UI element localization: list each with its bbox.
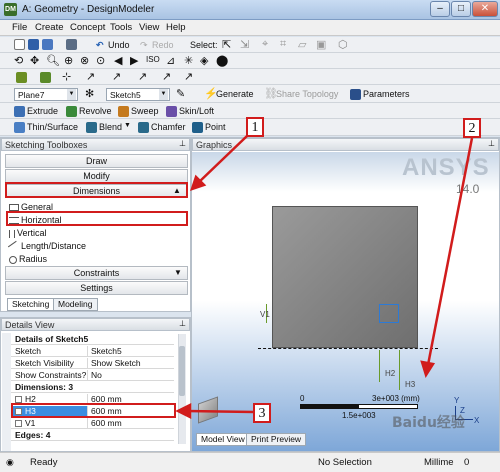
arrow-2-head (420, 360, 436, 378)
status-icon: ◉ (6, 457, 14, 467)
status-bar: ◉ Ready No Selection Millime 0 (0, 452, 500, 472)
callout-2: 2 (463, 118, 481, 138)
callout-3: 3 (253, 403, 271, 423)
status-value: 0 (464, 457, 470, 468)
status-ready: Ready (30, 457, 58, 468)
watermark: Baidu经验 (392, 415, 465, 431)
callout-1: 1 (246, 117, 264, 137)
arrow-1 (197, 135, 248, 184)
status-units[interactable]: Millime (424, 457, 454, 468)
annotation-arrows (175, 135, 474, 420)
status-selection: No Selection (318, 457, 372, 468)
arrow-3 (185, 409, 255, 414)
arrow-2 (426, 137, 474, 366)
arrow-3-head (175, 402, 192, 420)
